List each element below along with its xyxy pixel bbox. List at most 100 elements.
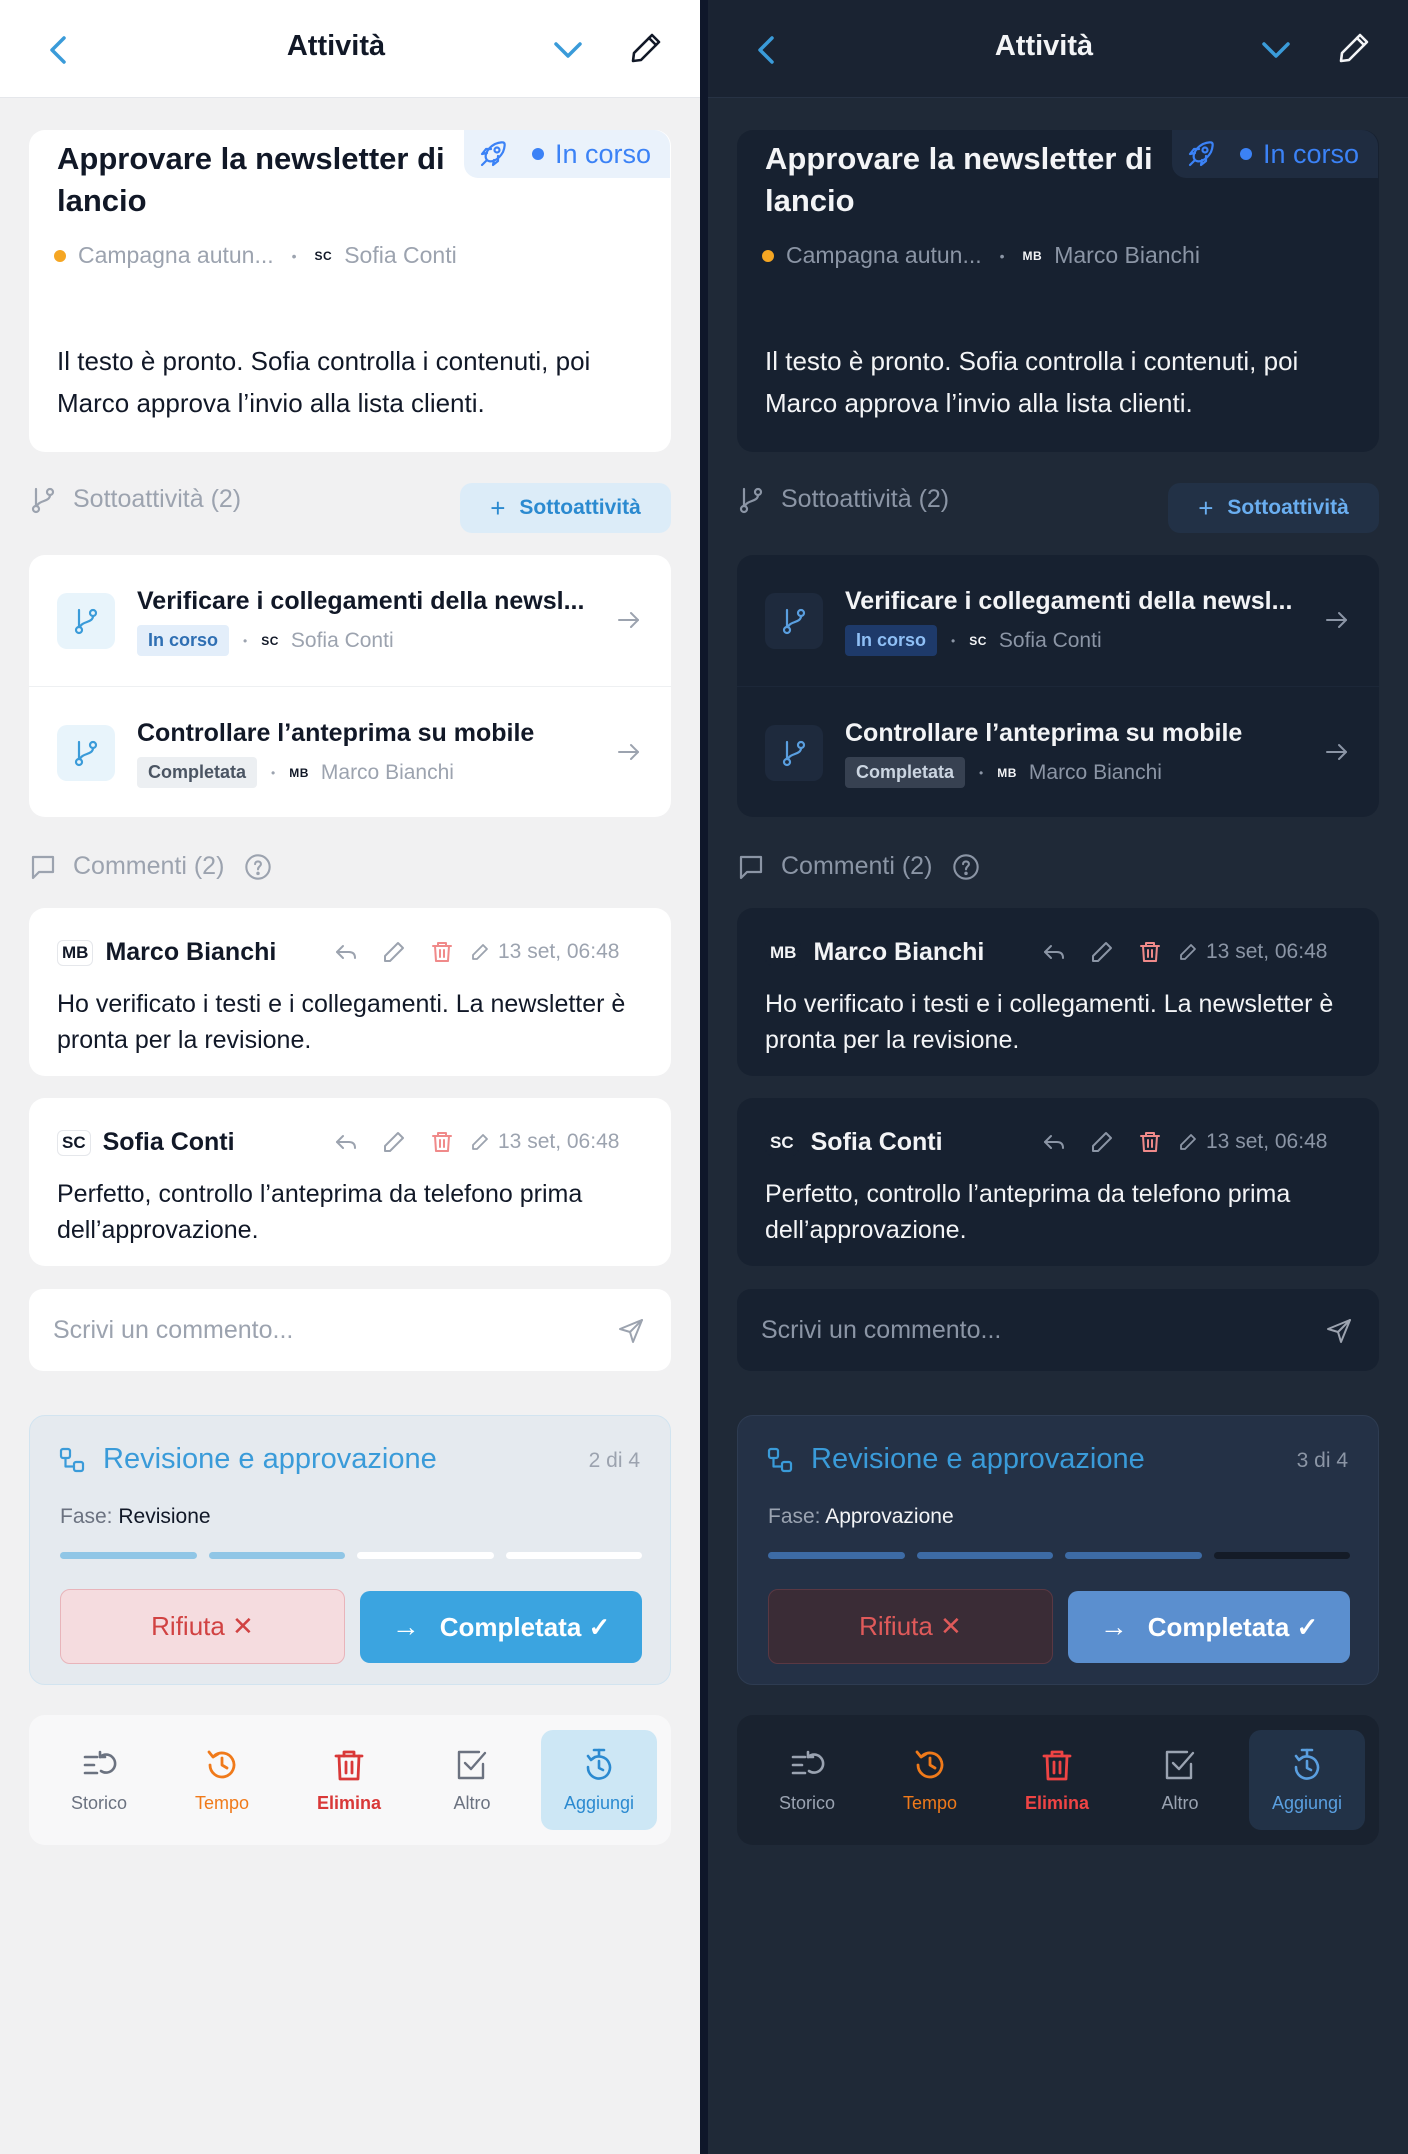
reply-icon[interactable] bbox=[1042, 940, 1066, 964]
help-icon[interactable] bbox=[952, 853, 980, 881]
assignee-name: Marco Bianchi bbox=[1028, 760, 1162, 784]
reject-button[interactable]: Rifiuta ✕ bbox=[60, 1589, 345, 1664]
reject-button[interactable]: Rifiuta ✕ bbox=[768, 1589, 1053, 1664]
arrow-right-icon[interactable] bbox=[614, 605, 644, 635]
nav-storico[interactable]: Storico bbox=[41, 1730, 157, 1830]
comment-date: 13 set, 06:48 bbox=[470, 940, 619, 964]
task-meta: Campagna autun... • SC Sofia Conti bbox=[54, 242, 457, 269]
comments-heading-label: Commenti (2) bbox=[73, 852, 225, 880]
nav-elimina[interactable]: Elimina bbox=[999, 1730, 1115, 1830]
workflow-phase: Fase: Revisione bbox=[60, 1505, 211, 1529]
nav-tempo[interactable]: Tempo bbox=[164, 1730, 280, 1830]
nav-aggiungi[interactable]: Aggiungi bbox=[1249, 1730, 1365, 1830]
arrow-right-icon[interactable] bbox=[614, 737, 644, 767]
nav-tempo[interactable]: Tempo bbox=[872, 1730, 988, 1830]
subtasks-heading-label: Sottoattività (2) bbox=[781, 485, 950, 513]
status-badge[interactable]: In corso bbox=[464, 130, 670, 178]
subtask-row[interactable]: Controllare l’anteprima su mobile Comple… bbox=[29, 686, 671, 817]
reply-icon[interactable] bbox=[334, 940, 358, 964]
subtask-row[interactable]: Verificare i collegamenti della newsl...… bbox=[737, 555, 1379, 686]
progress-segment bbox=[1065, 1552, 1202, 1559]
edit-icon[interactable] bbox=[1090, 1130, 1114, 1154]
comment-card: MB Marco Bianchi 13 set, 06:48 Ho verifi… bbox=[29, 908, 671, 1076]
avatar: MB bbox=[997, 765, 1017, 780]
add-subtask-label: Sottoattività bbox=[1227, 496, 1349, 519]
task-meta: Campagna autun... • MB Marco Bianchi bbox=[762, 242, 1200, 269]
nav-altro[interactable]: Altro bbox=[414, 1730, 530, 1830]
nav-storico[interactable]: Storico bbox=[749, 1730, 865, 1830]
trash-icon[interactable] bbox=[1138, 940, 1162, 964]
workflow-title: Revisione e approvazione bbox=[103, 1443, 437, 1475]
workflow-progress bbox=[60, 1552, 642, 1559]
comment-author: Sofia Conti bbox=[102, 1128, 235, 1156]
subtask-icon-box bbox=[57, 593, 115, 649]
chevron-down-icon[interactable] bbox=[1258, 32, 1294, 68]
arrow-right-icon[interactable] bbox=[1322, 737, 1352, 767]
edit-icon[interactable] bbox=[382, 940, 406, 964]
comment-date-text: 13 set, 06:48 bbox=[1206, 940, 1328, 963]
reply-icon[interactable] bbox=[334, 1130, 358, 1154]
project-name[interactable]: Campagna autun... bbox=[786, 242, 982, 269]
subtask-row[interactable]: Controllare l’anteprima su mobile Comple… bbox=[737, 686, 1379, 817]
edit-icon[interactable] bbox=[628, 30, 664, 66]
complete-button[interactable]: → Completata ✓ bbox=[360, 1591, 642, 1663]
subtask-meta: In corso • SC Sofia Conti bbox=[137, 625, 394, 656]
progress-segment bbox=[60, 1552, 197, 1559]
arrow-right-icon[interactable] bbox=[1322, 605, 1352, 635]
workflow-step: 2 di 4 bbox=[588, 1449, 640, 1472]
branch-icon bbox=[739, 487, 763, 513]
subtask-meta: Completata • MB Marco Bianchi bbox=[845, 757, 1162, 788]
help-icon[interactable] bbox=[244, 853, 272, 881]
rocket-icon bbox=[1188, 141, 1214, 167]
comment-actions: 13 set, 06:48 bbox=[334, 1130, 619, 1154]
add-subtask-button[interactable]: + Sottoattività bbox=[1168, 483, 1379, 533]
subtask-meta: In corso • SC Sofia Conti bbox=[845, 625, 1102, 656]
subtask-title: Verificare i collegamenti della newsl... bbox=[137, 587, 585, 615]
subtask-meta: Completata • MB Marco Bianchi bbox=[137, 757, 454, 788]
comment-input-placeholder: Scrivi un commento... bbox=[53, 1315, 294, 1344]
comment-input[interactable]: Scrivi un commento... bbox=[29, 1289, 671, 1371]
workflow-card: Revisione e approvazione 2 di 4 Fase: Re… bbox=[29, 1415, 671, 1685]
comment-input[interactable]: Scrivi un commento... bbox=[737, 1289, 1379, 1371]
trash-icon[interactable] bbox=[430, 1130, 454, 1154]
progress-segment bbox=[916, 1552, 1053, 1559]
progress-segment bbox=[768, 1552, 905, 1559]
avatar: MB bbox=[765, 939, 802, 966]
comment-author: Marco Bianchi bbox=[105, 938, 277, 966]
chevron-down-icon[interactable] bbox=[550, 32, 586, 68]
status-badge: Completata bbox=[845, 757, 966, 788]
assignee-name[interactable]: Sofia Conti bbox=[344, 242, 457, 269]
branch-icon bbox=[782, 608, 806, 635]
subtask-row[interactable]: Verificare i collegamenti della newsl...… bbox=[29, 555, 671, 686]
checkbox-icon bbox=[1165, 1750, 1195, 1779]
reply-icon[interactable] bbox=[1042, 1130, 1066, 1154]
send-icon[interactable] bbox=[617, 1317, 645, 1345]
workflow-title: Revisione e approvazione bbox=[811, 1443, 1145, 1475]
avatar: MB bbox=[289, 765, 309, 780]
add-subtask-button[interactable]: + Sottoattività bbox=[460, 483, 671, 533]
status-badge[interactable]: In corso bbox=[1172, 130, 1378, 178]
comment-actions: 13 set, 06:48 bbox=[1042, 1130, 1327, 1154]
subtask-title: Verificare i collegamenti della newsl... bbox=[845, 587, 1293, 615]
top-bar: Attività bbox=[708, 0, 1408, 98]
nav-label: Aggiungi bbox=[1271, 1792, 1343, 1813]
edit-icon[interactable] bbox=[382, 1130, 406, 1154]
avatar: SC bbox=[969, 633, 987, 648]
assignee-name[interactable]: Marco Bianchi bbox=[1054, 242, 1200, 269]
edit-icon[interactable] bbox=[1090, 940, 1114, 964]
project-name[interactable]: Campagna autun... bbox=[78, 242, 274, 269]
nav-aggiungi[interactable]: Aggiungi bbox=[541, 1730, 657, 1830]
send-icon[interactable] bbox=[1325, 1317, 1353, 1345]
nav-elimina[interactable]: Elimina bbox=[291, 1730, 407, 1830]
trash-icon[interactable] bbox=[1138, 1130, 1162, 1154]
workflow-progress bbox=[768, 1552, 1350, 1559]
nav-label: Tempo bbox=[194, 1792, 250, 1813]
comment-text: Ho verificato i testi e i collegamenti. … bbox=[765, 990, 1334, 1054]
avatar: SC bbox=[261, 633, 279, 648]
plus-icon: + bbox=[490, 492, 506, 523]
nav-altro[interactable]: Altro bbox=[1122, 1730, 1238, 1830]
trash-icon[interactable] bbox=[430, 940, 454, 964]
complete-button[interactable]: → Completata ✓ bbox=[1068, 1591, 1350, 1663]
edit-icon[interactable] bbox=[1336, 30, 1372, 66]
clock-history-icon bbox=[915, 1750, 944, 1778]
